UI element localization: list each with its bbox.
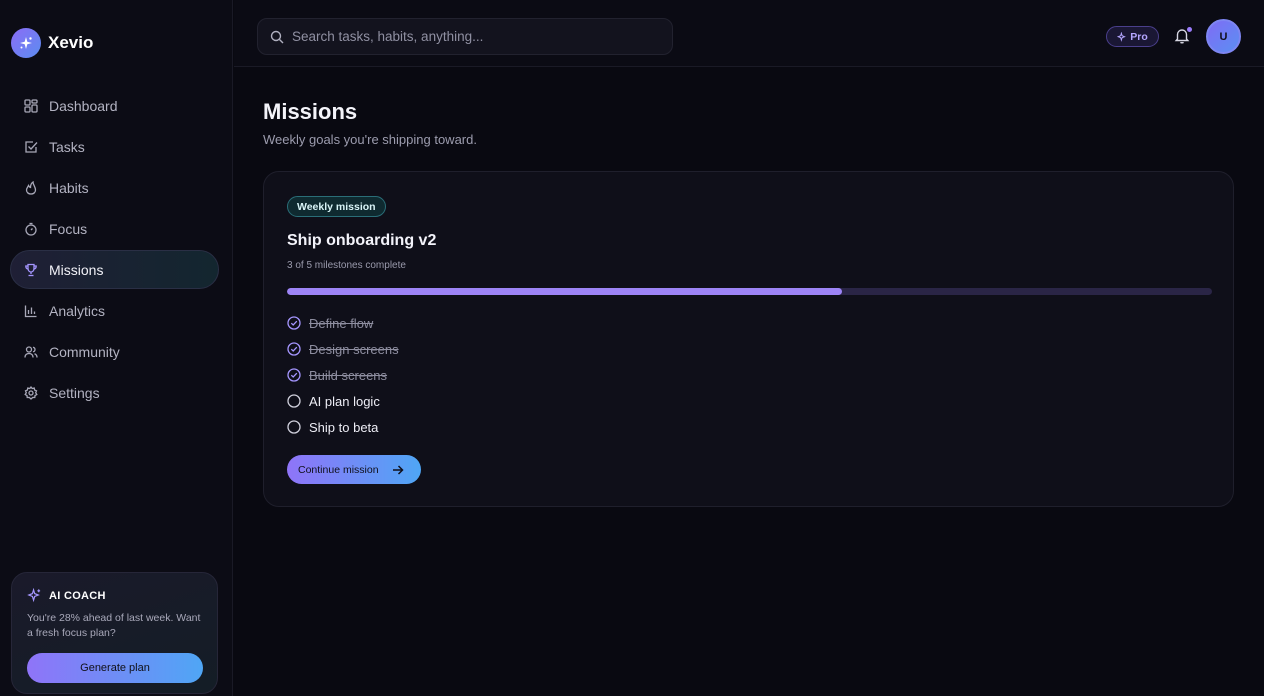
milestone-label: Build screens (309, 367, 388, 383)
milestone-label: Define flow (309, 315, 374, 331)
notifications-button[interactable] (1174, 27, 1192, 45)
ai-coach-title: AI COACH (49, 589, 106, 602)
sidebar-item-focus[interactable]: Focus (10, 209, 219, 248)
mission-progress-fill (287, 288, 842, 295)
sidebar-item-label: Missions (49, 261, 104, 278)
check-circle-icon (287, 316, 301, 330)
milestone-list: Define flow Design screens Build screens… (287, 310, 399, 440)
check-square-icon (23, 139, 39, 155)
sidebar-item-label: Analytics (49, 302, 106, 319)
sparkles-logo-icon (11, 28, 41, 58)
sidebar-item-analytics[interactable]: Analytics (10, 291, 219, 330)
mission-title: Ship onboarding v2 (287, 232, 437, 249)
sidebar-item-habits[interactable]: Habits (10, 168, 219, 207)
grid-icon (23, 98, 39, 114)
mission-card: Weekly mission Ship onboarding v2 3 of 5… (263, 171, 1234, 507)
milestone-item[interactable]: Define flow (287, 310, 399, 336)
milestone-label: Design screens (309, 341, 399, 357)
generate-plan-button[interactable]: Generate plan (27, 653, 203, 683)
mission-progress-text: 3 of 5 milestones complete (287, 260, 406, 271)
flame-icon (23, 180, 39, 196)
sparkles-icon (27, 588, 42, 603)
bar-chart-icon (23, 303, 39, 319)
mission-type-badge: Weekly mission (287, 196, 386, 217)
milestone-item[interactable]: Design screens (287, 336, 399, 362)
search-input[interactable] (292, 29, 652, 44)
empty-circle-icon (287, 420, 301, 434)
ai-coach-message: You're 28% ahead of last week. Want a fr… (27, 612, 201, 639)
sidebar-item-dashboard[interactable]: Dashboard (10, 86, 219, 125)
users-icon (23, 344, 39, 360)
app-name: Xevio (48, 33, 94, 52)
pro-label: Pro (1130, 30, 1148, 43)
sidebar-item-missions[interactable]: Missions (10, 250, 219, 289)
milestone-label: Ship to beta (309, 419, 379, 435)
ai-coach-card: AI COACH You're 28% ahead of last week. … (11, 572, 218, 694)
timer-icon (23, 221, 39, 237)
milestone-label: AI plan logic (309, 393, 380, 409)
milestone-item[interactable]: Ship to beta (287, 414, 399, 440)
continue-mission-label: Continue mission (298, 463, 379, 476)
sidebar: Xevio Dashboard Tasks Habits Focus Missi… (0, 0, 233, 696)
sidebar-item-label: Tasks (49, 138, 85, 155)
check-circle-icon (287, 342, 301, 356)
sidebar-item-label: Focus (49, 220, 88, 237)
sidebar-item-label: Habits (49, 179, 89, 196)
milestone-item[interactable]: Build screens (287, 362, 399, 388)
sparkles-icon (1117, 31, 1127, 42)
mission-progress-bar (287, 288, 1212, 295)
milestone-item[interactable]: AI plan logic (287, 388, 399, 414)
pro-badge[interactable]: Pro (1106, 26, 1159, 47)
trophy-icon (23, 262, 39, 278)
empty-circle-icon (287, 394, 301, 408)
sidebar-item-community[interactable]: Community (10, 332, 219, 371)
brand[interactable]: Xevio (11, 28, 93, 58)
page-title: Missions (263, 99, 358, 124)
topbar: Pro U (234, 0, 1264, 67)
avatar[interactable]: U (1206, 19, 1241, 54)
sidebar-nav: Dashboard Tasks Habits Focus Missions An… (10, 86, 219, 414)
notification-dot (1187, 27, 1192, 32)
sidebar-item-label: Settings (49, 384, 100, 401)
page-subtitle: Weekly goals you're shipping toward. (263, 132, 477, 147)
continue-mission-button[interactable]: Continue mission (287, 455, 421, 484)
sidebar-item-settings[interactable]: Settings (10, 373, 219, 412)
gear-icon (23, 385, 39, 401)
sidebar-item-tasks[interactable]: Tasks (10, 127, 219, 166)
sidebar-item-label: Dashboard (49, 97, 118, 114)
check-circle-icon (287, 368, 301, 382)
arrow-right-icon (392, 464, 404, 476)
ai-coach-header: AI COACH (27, 588, 202, 603)
search-icon (270, 30, 284, 44)
search-bar[interactable] (257, 18, 673, 55)
sidebar-item-label: Community (49, 343, 120, 360)
